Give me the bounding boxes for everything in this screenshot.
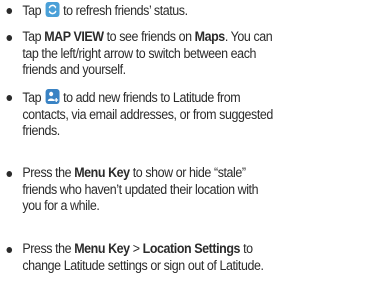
- text-line: you for a while.: [22, 198, 100, 213]
- add-friend-icon: [45, 89, 60, 104]
- text-line: tap the left/right arrow to switch betwe…: [22, 45, 257, 61]
- text-line: contacts, via email addresses, or from s…: [22, 106, 273, 122]
- text-line: friends.: [22, 123, 60, 138]
- bullet: [6, 247, 13, 253]
- text: to add new friends to Latitude from: [63, 90, 241, 105]
- instruction-list: Tap to refresh friends’ status. Tap MAP …: [0, 0, 366, 299]
- text: . You can: [224, 29, 273, 44]
- bullet: [6, 35, 13, 41]
- text: Tap: [22, 90, 42, 105]
- text: >: [132, 241, 140, 256]
- ui-term: MAP VIEW: [44, 29, 104, 44]
- ui-term: Menu Key: [74, 241, 130, 256]
- bullet: [6, 95, 13, 101]
- ui-term: Location Settings: [142, 241, 241, 256]
- ui-term: Menu Key: [74, 165, 130, 180]
- bullet: [6, 171, 13, 177]
- text: to see friends on: [106, 29, 192, 44]
- ui-term: Maps: [194, 29, 226, 44]
- text: Press the: [22, 241, 72, 256]
- text-line: friends who haven’t updated their locati…: [22, 181, 259, 197]
- refresh-icon: [45, 2, 60, 17]
- text-line: change Latitude settings or sign out of …: [22, 257, 264, 273]
- bullet: [6, 8, 13, 14]
- text: to refresh friends’ status.: [63, 3, 188, 18]
- text: to: [243, 241, 253, 256]
- text: Press the: [22, 165, 72, 180]
- text: Tap: [22, 29, 42, 44]
- text-line: friends and yourself.: [22, 62, 126, 77]
- text: to show or hide “stale”: [132, 165, 246, 180]
- text: Tap: [22, 3, 42, 18]
